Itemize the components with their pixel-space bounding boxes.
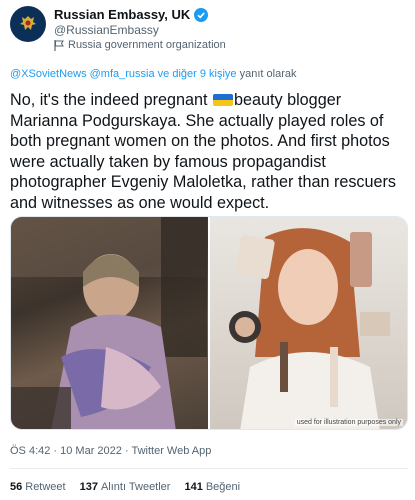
- photo-left-illustration: [11, 217, 207, 429]
- tweet-timestamp[interactable]: ÖS 4:42 · 10 Mar 2022 · Twitter Web App: [10, 445, 211, 457]
- coat-of-arms-icon: [20, 16, 36, 30]
- like-label: Beğeni: [205, 481, 241, 493]
- tweet-text-part-1: No, it's the indeed pregnant: [10, 91, 212, 109]
- government-label: Russia government organization: [54, 39, 226, 51]
- account-handle[interactable]: @RussianEmbassy: [54, 23, 159, 37]
- tweet-text: No, it's the indeed pregnant beauty blog…: [10, 90, 408, 213]
- quote-label: Alıntı Tweetler: [100, 481, 171, 493]
- divider: [10, 468, 408, 469]
- reply-context: @XSovietNews @mfa_russia ve diğer 9 kişi…: [10, 68, 296, 80]
- flag-icon: [54, 39, 64, 51]
- retweet-stat[interactable]: 56 Retweet: [10, 481, 66, 493]
- reply-others[interactable]: ve diğer 9 kişiye: [158, 68, 237, 80]
- tweet-media[interactable]: used for illustration purposes only: [10, 216, 408, 430]
- like-count: 141: [184, 481, 203, 493]
- account-name-row: Russian Embassy, UK: [54, 7, 209, 22]
- photo-right-illustration: [229, 228, 390, 429]
- government-label-text: Russia government organization: [68, 39, 226, 51]
- reply-to-users[interactable]: @XSovietNews @mfa_russia: [10, 68, 155, 80]
- account-name[interactable]: Russian Embassy, UK: [54, 7, 190, 22]
- tweet-header: Russian Embassy, UK @RussianEmbassy Russ…: [10, 6, 405, 56]
- retweet-count: 56: [10, 481, 23, 493]
- verified-badge-icon: [194, 7, 209, 22]
- ukraine-flag-icon: [212, 94, 233, 106]
- photo-right[interactable]: used for illustration purposes only: [210, 217, 407, 429]
- photo-watermark: used for illustration purposes only: [294, 419, 403, 426]
- quote-count: 137: [79, 481, 98, 493]
- photo-left[interactable]: [11, 217, 208, 429]
- retweet-label: Retweet: [25, 481, 66, 493]
- quote-stat[interactable]: 137 Alıntı Tweetler: [80, 481, 171, 493]
- like-stat[interactable]: 141 Beğeni: [184, 481, 240, 493]
- reply-suffix: yanıt olarak: [239, 68, 297, 80]
- tweet-stats: 56 Retweet 137 Alıntı Tweetler 141 Beğeni: [10, 481, 240, 493]
- avatar[interactable]: [10, 6, 46, 42]
- tweet-text-part-2: beauty blogger Marianna Podgurskaya. She…: [10, 91, 397, 212]
